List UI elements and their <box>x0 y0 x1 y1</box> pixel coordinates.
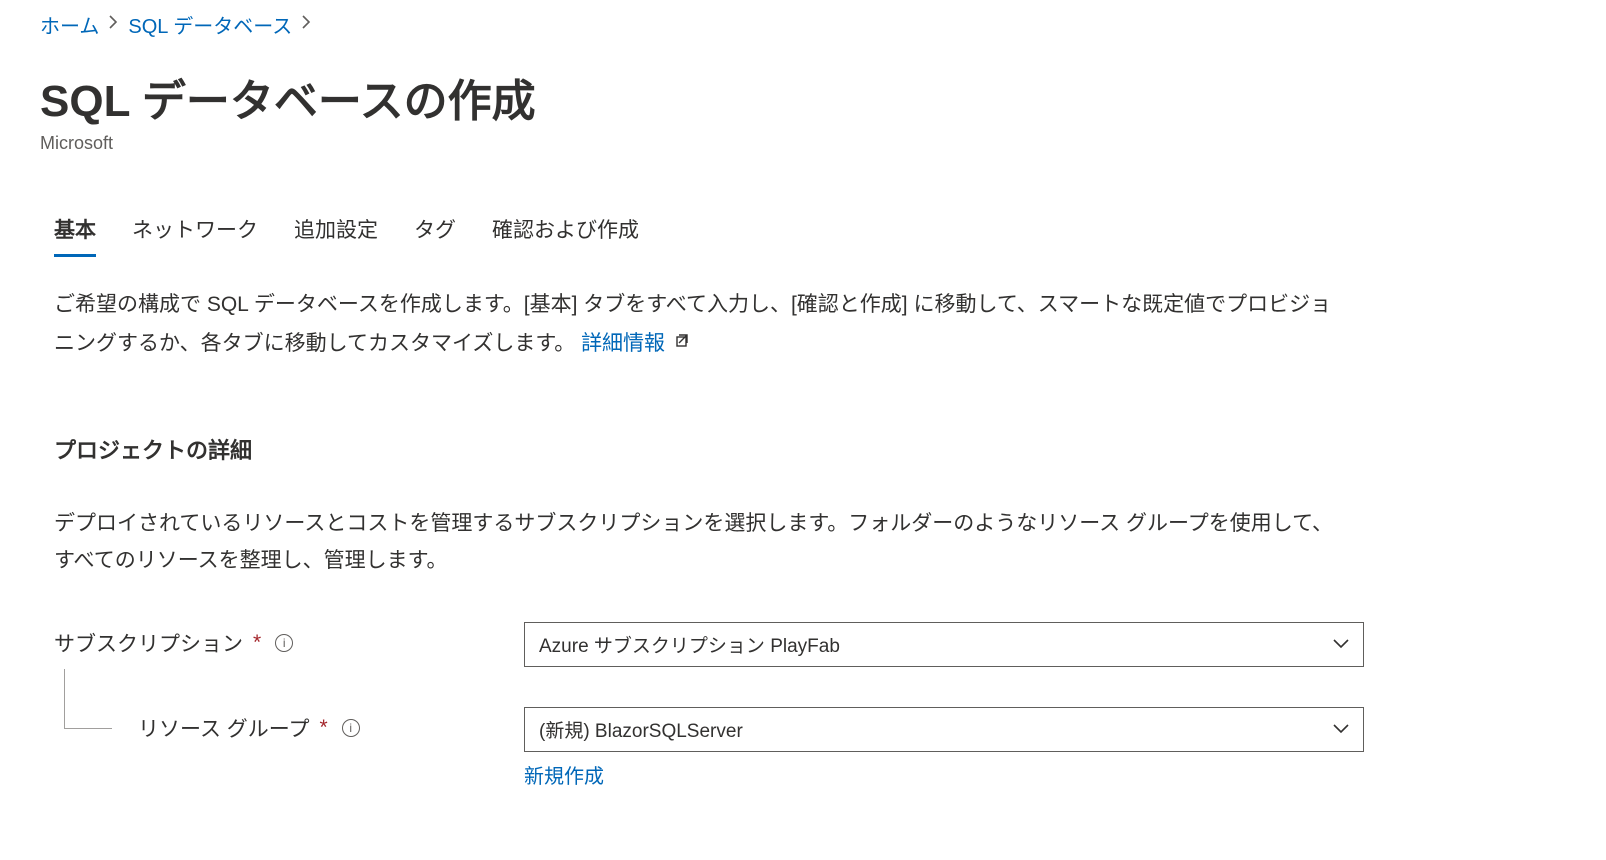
subscription-label-wrap: サブスクリプション * i <box>54 622 524 658</box>
info-icon[interactable]: i <box>342 719 360 737</box>
resource-group-label: リソース グループ <box>138 713 310 743</box>
external-link-icon <box>675 324 691 361</box>
breadcrumb-sql-link[interactable]: SQL データベース <box>128 10 292 39</box>
subscription-select-wrap <box>524 622 1364 667</box>
required-marker: * <box>253 631 261 655</box>
resource-group-select[interactable] <box>524 707 1364 752</box>
required-marker: * <box>320 716 328 740</box>
field-resource-group: リソース グループ * i 新規作成 <box>40 707 1566 789</box>
tabs-bar: 基本 ネットワーク 追加設定 タグ 確認および作成 <box>40 214 1566 257</box>
learn-more-link[interactable]: 詳細情報 <box>581 332 691 355</box>
field-subscription: サブスクリプション * i <box>40 622 1566 667</box>
subscription-label: サブスクリプション <box>54 628 243 658</box>
learn-more-label: 詳細情報 <box>581 332 665 355</box>
intro-description: ご希望の構成で SQL データベースを作成します。[基本] タブをすべて入力し、… <box>40 287 1340 363</box>
tab-additional[interactable]: 追加設定 <box>294 214 378 257</box>
create-new-link[interactable]: 新規作成 <box>524 760 604 789</box>
breadcrumb-home-link[interactable]: ホーム <box>40 10 99 39</box>
chevron-right-icon <box>302 15 311 34</box>
resource-group-control: 新規作成 <box>524 707 1364 789</box>
tab-basic[interactable]: 基本 <box>54 214 96 257</box>
page-subtitle: Microsoft <box>40 133 1566 154</box>
section-heading-project: プロジェクトの詳細 <box>40 433 1566 465</box>
section-description: デプロイされているリソースとコストを管理するサブスクリプションを選択します。フォ… <box>40 505 1340 581</box>
subscription-control <box>524 622 1364 667</box>
tab-tags[interactable]: タグ <box>414 214 456 257</box>
tab-review[interactable]: 確認および作成 <box>492 214 639 257</box>
page-title: SQL データベースの作成 <box>40 65 1566 129</box>
chevron-right-icon <box>109 15 118 34</box>
breadcrumb: ホーム SQL データベース <box>40 10 1566 39</box>
subscription-select[interactable] <box>524 622 1364 667</box>
resource-group-label-wrap: リソース グループ * i <box>54 707 524 743</box>
tab-network[interactable]: ネットワーク <box>132 214 258 257</box>
resource-group-select-wrap <box>524 707 1364 752</box>
info-icon[interactable]: i <box>275 634 293 652</box>
intro-text: ご希望の構成で SQL データベースを作成します。[基本] タブをすべて入力し、… <box>54 293 1331 355</box>
